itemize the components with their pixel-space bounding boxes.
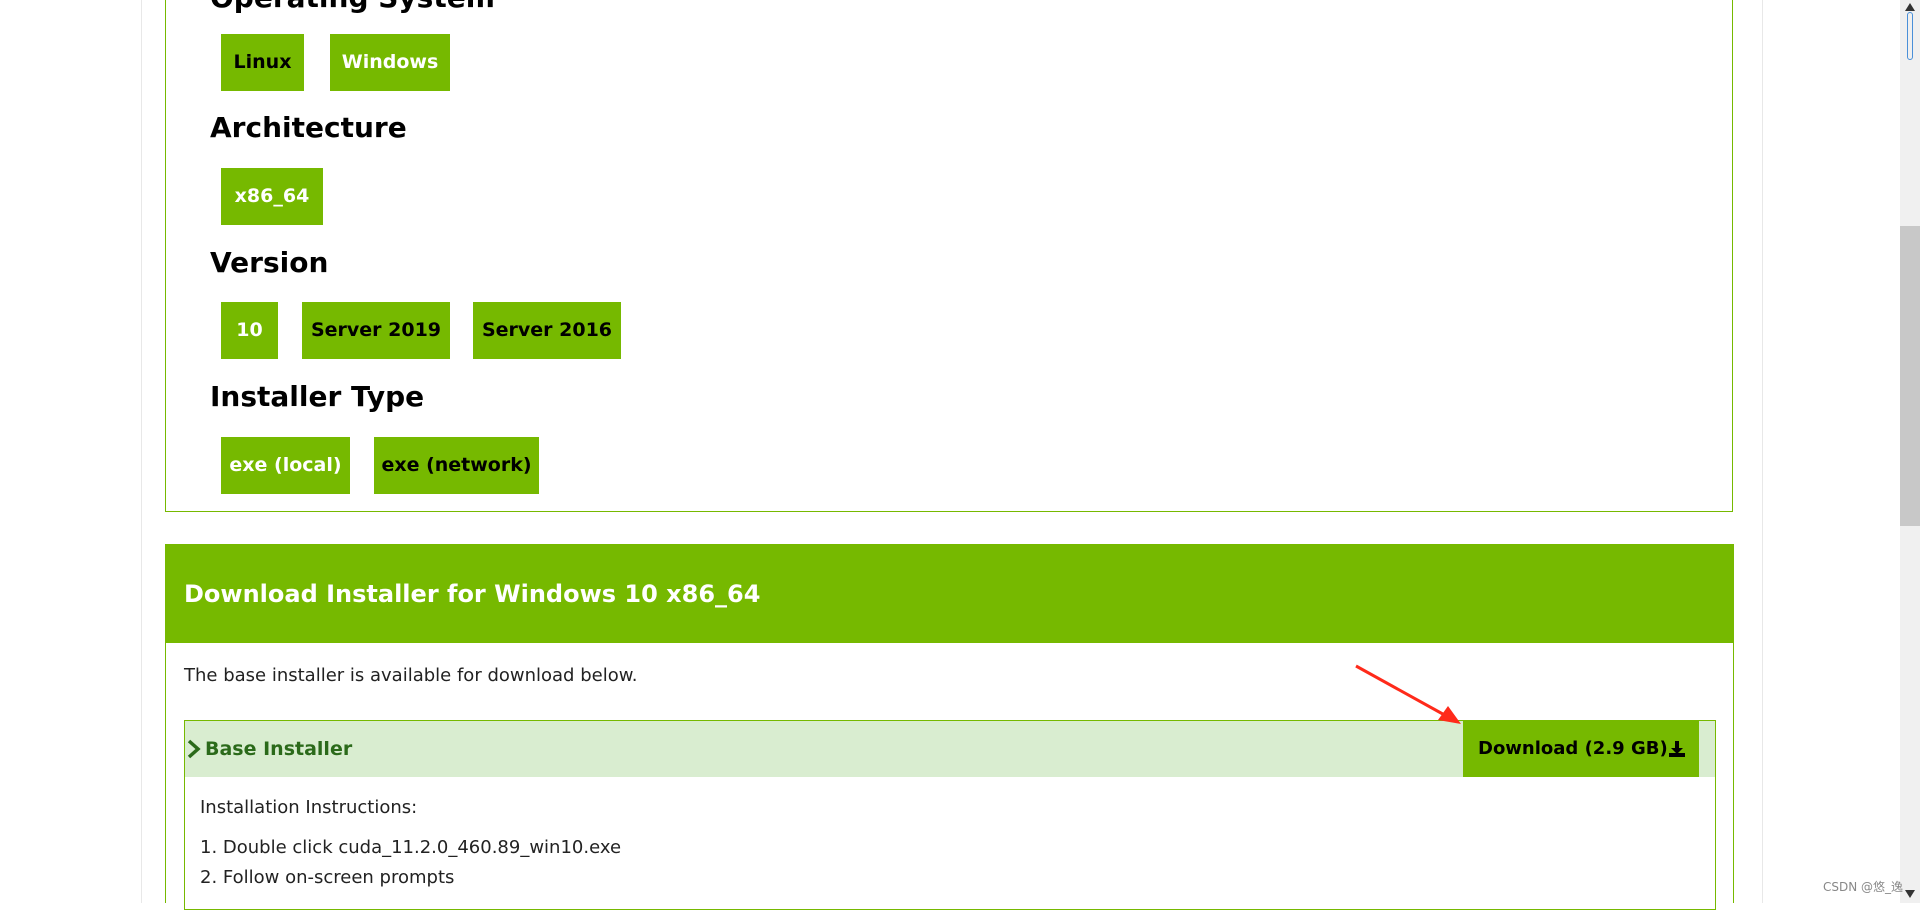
installation-instructions-title: Installation Instructions:: [200, 797, 418, 818]
installer-option-exe-network[interactable]: exe (network): [374, 437, 539, 494]
installation-step: 2. Follow on-screen prompts: [200, 867, 455, 888]
chevron-right-icon: [187, 739, 201, 759]
download-panel-title: Download Installer for Windows 10 x86_64: [184, 580, 761, 608]
download-icon: [1669, 741, 1685, 757]
download-button-label: Download (2.9 GB): [1478, 738, 1668, 759]
version-option-server-2016[interactable]: Server 2016: [473, 302, 621, 359]
installer-option-exe-local[interactable]: exe (local): [221, 437, 350, 494]
section-title-operating-system: Operating System: [210, 0, 495, 14]
scrollbar-thumb[interactable]: [1900, 226, 1920, 526]
version-option-10[interactable]: 10: [221, 302, 278, 359]
installation-steps: 1. Double click cuda_11.2.0_460.89_win10…: [200, 833, 621, 893]
annotation-arrow-icon: [1355, 664, 1461, 724]
base-installer-label: Base Installer: [205, 738, 353, 760]
os-option-linux[interactable]: Linux: [221, 34, 304, 91]
section-title-installer-type: Installer Type: [210, 380, 425, 413]
download-button[interactable]: Download (2.9 GB): [1463, 721, 1699, 777]
download-description: The base installer is available for down…: [184, 665, 638, 686]
installation-step: 1. Double click cuda_11.2.0_460.89_win10…: [200, 837, 622, 858]
version-option-server-2019[interactable]: Server 2019: [302, 302, 450, 359]
download-panel-header: Download Installer for Windows 10 x86_64: [166, 545, 1733, 643]
os-option-windows[interactable]: Windows: [330, 34, 450, 91]
scroll-down-arrow-icon[interactable]: [1904, 889, 1916, 899]
section-title-architecture: Architecture: [210, 111, 407, 144]
base-installer-section: Base Installer Download (2.9 GB) Install…: [184, 720, 1716, 910]
arch-option-x86-64[interactable]: x86_64: [221, 168, 323, 225]
scroll-position-indicator: [1907, 12, 1913, 60]
watermark: CSDN @悠_逸: [1823, 880, 1904, 894]
download-panel: Download Installer for Windows 10 x86_64…: [165, 544, 1734, 910]
section-title-version: Version: [210, 246, 329, 279]
scroll-up-arrow-icon[interactable]: [1904, 2, 1916, 12]
base-installer-header[interactable]: Base Installer Download (2.9 GB): [185, 721, 1715, 777]
